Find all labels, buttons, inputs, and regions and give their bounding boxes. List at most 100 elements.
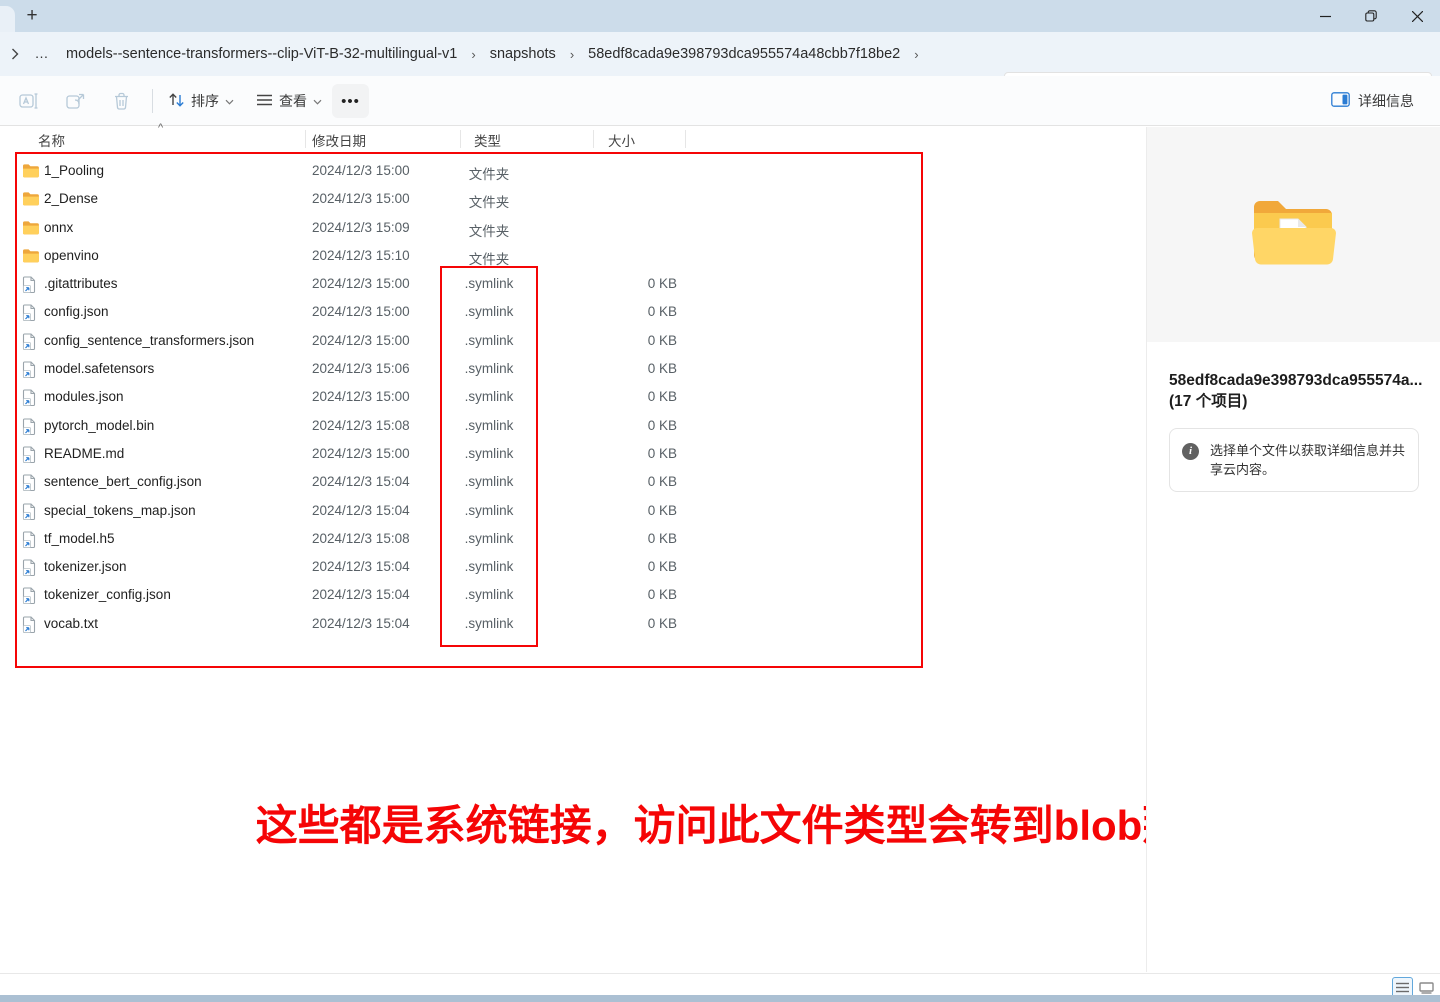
minimize-button[interactable] [1302, 0, 1348, 32]
file-row[interactable]: README.md2024/12/3 15:00.symlink0 KB [0, 440, 1131, 468]
file-date: 2024/12/3 15:08 [312, 531, 410, 546]
file-type: 文件夹 [440, 191, 538, 211]
file-name: pytorch_model.bin [44, 418, 154, 433]
rename-button[interactable] [14, 86, 44, 116]
sort-button[interactable]: 排序 [160, 84, 242, 118]
file-size: 0 KB [577, 361, 677, 376]
file-size: 0 KB [577, 616, 677, 631]
file-row[interactable]: tf_model.h52024/12/3 15:08.symlink0 KB [0, 525, 1131, 553]
file-row[interactable]: tokenizer_config.json 2024/12/3 15:04 .sym… [0, 581, 1131, 609]
file-name: modules.json [44, 389, 124, 404]
column-name[interactable]: 名称 [38, 130, 65, 150]
close-button[interactable] [1394, 0, 1440, 32]
column-divider[interactable] [460, 130, 461, 148]
statusbar-divider [0, 973, 1440, 974]
file-type: 文件夹 [440, 163, 538, 183]
file-date: 2024/12/3 15:06 [312, 361, 410, 376]
file-row[interactable]: vocab.txt2024/12/3 15:04.symlink0 KB [0, 610, 1131, 638]
file-type: .symlink [440, 531, 538, 546]
delete-button[interactable] [106, 86, 136, 116]
new-tab-button[interactable]: + [18, 2, 46, 30]
column-date[interactable]: 修改日期 [312, 130, 366, 150]
file-type: .symlink [440, 587, 538, 602]
file-date: 2024/12/3 15:04 [312, 503, 410, 518]
details-panel: 58edf8cada9e398793dca955574a... (17 个项目)… [1146, 127, 1440, 972]
large-folder-icon [1250, 197, 1338, 272]
symlink-file-icon [22, 531, 39, 547]
column-size[interactable]: 大小 [608, 130, 635, 150]
file-date: 2024/12/3 15:10 [312, 248, 410, 263]
file-size: 0 KB [577, 418, 677, 433]
file-size: 0 KB [577, 503, 677, 518]
more-options-button[interactable]: ••• [332, 84, 369, 118]
sort-ascending-caret: ^ [158, 122, 163, 134]
file-type: .symlink [440, 333, 538, 348]
breadcrumb-item[interactable]: snapshots [484, 42, 562, 66]
file-row[interactable]: config_sentence_transformers.json2024/12… [0, 327, 1131, 355]
details-title: 58edf8cada9e398793dca955574a... (17 个项目) [1169, 370, 1429, 412]
file-date: 2024/12/3 15:00 [312, 163, 410, 178]
folder-icon [22, 248, 39, 264]
symlink-file-icon [22, 389, 39, 405]
file-name: sentence_bert_config.json [44, 474, 202, 489]
file-name: config_sentence_transformers.json [44, 333, 254, 348]
details-title-line1: 58edf8cada9e398793dca955574a... [1169, 370, 1429, 391]
file-date: 2024/12/3 15:04 [312, 587, 410, 602]
column-divider[interactable] [685, 130, 686, 148]
column-divider[interactable] [593, 130, 594, 148]
folder-icon [22, 220, 39, 236]
column-divider[interactable] [305, 130, 306, 148]
file-row[interactable]: onnx2024/12/3 15:09文件夹 [0, 214, 1131, 242]
column-type[interactable]: 类型 [474, 130, 501, 150]
browser-tab[interactable] [0, 6, 15, 32]
file-size: 0 KB [577, 559, 677, 574]
file-name: special_tokens_map.json [44, 503, 196, 518]
file-type: .symlink [440, 276, 538, 291]
window-bottom-edge [0, 995, 1440, 1002]
sort-arrows-icon [168, 92, 185, 111]
share-button[interactable] [60, 86, 90, 116]
file-date: 2024/12/3 15:00 [312, 276, 410, 291]
file-type: .symlink [440, 389, 538, 404]
command-toolbar: 排序 查看 ••• 详细信息 [0, 76, 1440, 126]
file-name: .gitattributes [44, 276, 118, 291]
file-row[interactable]: 1_Pooling 2024/12/3 15:00 文件夹 [0, 157, 1131, 185]
view-button[interactable]: 查看 [248, 84, 330, 118]
file-row[interactable]: modules.json2024/12/3 15:00.symlink0 KB [0, 383, 1131, 411]
file-row[interactable]: pytorch_model.bin2024/12/3 15:08.symlink… [0, 412, 1131, 440]
restore-button[interactable] [1348, 0, 1394, 32]
file-name: onnx [44, 220, 73, 235]
file-row[interactable]: model.safetensors2024/12/3 15:06.symlink… [0, 355, 1131, 383]
file-date: 2024/12/3 15:04 [312, 616, 410, 631]
details-pane-toggle[interactable]: 详细信息 [1325, 84, 1420, 118]
breadcrumb-overflow-button[interactable]: … [32, 42, 52, 64]
file-date: 2024/12/3 15:04 [312, 559, 410, 574]
file-row[interactable]: config.json2024/12/3 15:00.symlink0 KB [0, 298, 1131, 326]
file-size: 0 KB [577, 276, 677, 291]
symlink-file-icon [22, 418, 39, 434]
file-name: tokenizer_config.json [44, 587, 171, 602]
breadcrumb-chevron-icon: › [906, 47, 926, 62]
symlink-file-icon [22, 361, 39, 377]
file-row[interactable]: tokenizer.json2024/12/3 15:04.symlink0 K… [0, 553, 1131, 581]
breadcrumb-item[interactable]: 58edf8cada9e398793dca955574a48cbb7f18be2 [582, 42, 906, 66]
file-name: openvino [44, 248, 99, 263]
breadcrumb-chevron-icon[interactable]: › [463, 47, 483, 62]
title-bar: + [0, 0, 1440, 32]
file-row[interactable]: .gitattributes 2024/12/3 15:00 .symlink 0 K… [0, 270, 1131, 298]
breadcrumb-item[interactable]: models--sentence-transformers--clip-ViT-… [60, 42, 463, 66]
address-bar: … models--sentence-transformers--clip-Vi… [0, 32, 1440, 76]
file-size: 0 KB [577, 587, 677, 602]
file-row[interactable]: 2_Dense2024/12/3 15:00文件夹 [0, 185, 1131, 213]
file-name: 1_Pooling [44, 163, 104, 178]
file-explorer-window: + … models--sentence-transformers--clip-… [0, 0, 1440, 1002]
file-row[interactable]: openvino2024/12/3 15:10文件夹 [0, 242, 1131, 270]
breadcrumb-chevron-icon[interactable]: › [562, 47, 582, 62]
view-label: 查看 [279, 91, 307, 111]
file-row[interactable]: special_tokens_map.json2024/12/3 15:04.s… [0, 497, 1131, 525]
chevron-right-icon[interactable] [6, 44, 24, 64]
symlink-file-icon [22, 276, 39, 292]
file-size: 0 KB [577, 389, 677, 404]
symlink-file-icon [22, 587, 39, 603]
file-row[interactable]: sentence_bert_config.json2024/12/3 15:04… [0, 468, 1131, 496]
